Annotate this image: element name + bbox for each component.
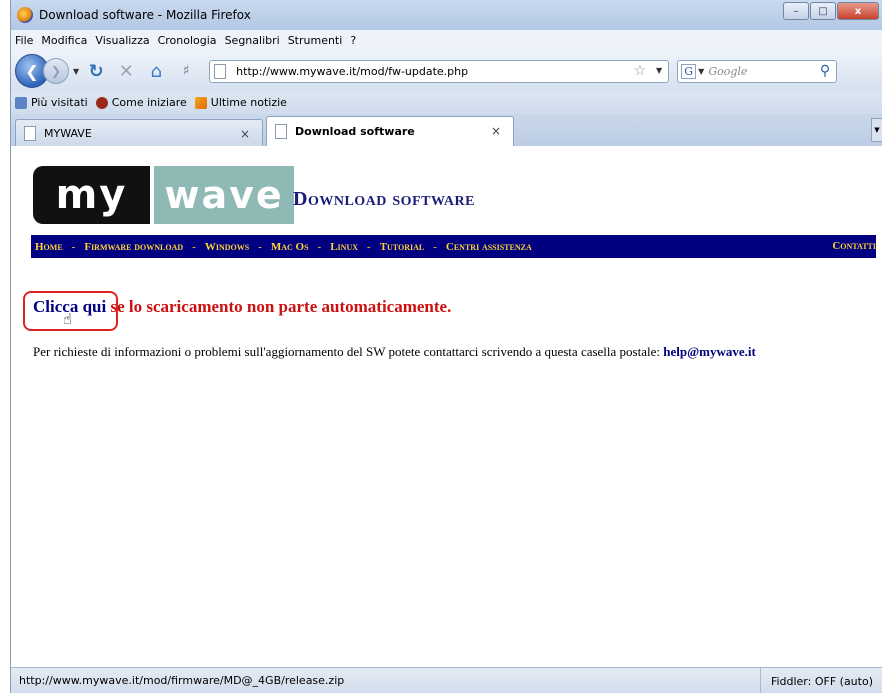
menu-modifica[interactable]: Modifica [41, 34, 87, 47]
hand-cursor-icon: ☝ [63, 310, 73, 328]
nav-separator: - [71, 240, 76, 253]
page-icon [275, 124, 287, 139]
bookmarks-toolbar: Più visitati Come iniziare Ultime notizi… [11, 91, 882, 114]
firefox-icon [17, 7, 33, 23]
google-icon[interactable]: G [681, 63, 697, 79]
contact-info-text: Per richieste di informazioni o problemi… [33, 344, 664, 359]
menu-help[interactable]: ? [350, 34, 356, 47]
site-nav-mac-os[interactable]: Mac Os [271, 241, 309, 253]
url-text[interactable]: http://www.mywave.it/mod/fw-update.php [236, 65, 468, 78]
url-dropdown-icon[interactable]: ▼ [656, 66, 662, 75]
page-content: my wave Download software Home - Firmwar… [11, 146, 882, 667]
page-icon [214, 63, 227, 79]
bookmarks-icon[interactable]: ♯ [175, 60, 197, 82]
menu-strumenti[interactable]: Strumenti [288, 34, 343, 47]
search-input[interactable]: Google [708, 65, 747, 78]
site-nav-home[interactable]: Home [35, 241, 63, 253]
site-nav-tutorial[interactable]: Tutorial [380, 241, 425, 253]
menu-segnalibri[interactable]: Segnalibri [225, 34, 280, 47]
navigation-toolbar: ❮ ❯ ▼ ↻ ✕ ⌂ ♯ http://www.mywave.it/mod/f… [11, 51, 882, 91]
menu-visualizza[interactable]: Visualizza [95, 34, 149, 47]
download-message-text: se lo scaricamento non parte automaticam… [106, 297, 452, 316]
site-nav-firmware-download[interactable]: Firmware download [84, 241, 183, 253]
tab-label: MYWAVE [44, 126, 92, 140]
page-title: Download software [293, 188, 475, 210]
close-tab-icon[interactable]: × [491, 124, 501, 138]
stop-icon[interactable]: ✕ [115, 60, 137, 82]
nav-separator: - [317, 240, 322, 253]
mywave-logo[interactable]: my wave [33, 166, 294, 224]
site-nav-centri-assistenza[interactable]: Centri assistenza [446, 241, 532, 253]
close-tab-icon[interactable]: × [240, 127, 250, 141]
logo-wave: wave [150, 166, 294, 224]
forward-button[interactable]: ❯ [43, 58, 69, 84]
search-bar[interactable]: G ▼ Google ⚲ [677, 59, 838, 83]
logo-my: my [33, 166, 150, 224]
close-button[interactable]: x [837, 2, 879, 20]
nav-separator: - [433, 240, 437, 253]
minimize-button[interactable]: – [783, 2, 809, 20]
menu-bar: File Modifica Visualizza Cronologia Segn… [11, 30, 882, 51]
status-url: http://www.mywave.it/mod/firmware/MD@_4G… [19, 674, 345, 687]
site-navigation: Home - Firmware download - Windows - Mac… [31, 235, 876, 258]
tab-label: Download software [295, 125, 415, 138]
menu-file[interactable]: File [15, 34, 33, 47]
bookmark-label: Più visitati [31, 96, 88, 109]
bookmark-label: Ultime notizie [210, 96, 287, 109]
reload-icon[interactable]: ↻ [85, 60, 107, 82]
browser-window: Download software - Mozilla Firefox – □ … [10, 0, 882, 693]
window-controls: – □ x [783, 2, 879, 20]
nav-separator: - [258, 240, 262, 253]
search-engine-dropdown-icon[interactable]: ▼ [698, 67, 704, 76]
bookmark-piu-visitati[interactable]: Più visitati [15, 96, 88, 109]
arrow-left-icon: ❮ [25, 61, 39, 81]
search-icon[interactable]: ⚲ [820, 63, 830, 79]
url-bar[interactable]: http://www.mywave.it/mod/fw-update.php ☆… [209, 59, 670, 83]
site-nav-windows[interactable]: Windows [205, 241, 249, 253]
contact-email-link[interactable]: help@mywave.it [663, 344, 756, 359]
window-title: Download software - Mozilla Firefox [39, 8, 251, 22]
bookmark-label: Come iniziare [111, 96, 187, 109]
title-bar[interactable]: Download software - Mozilla Firefox – □ … [11, 0, 882, 30]
bookmark-ultime-notizie[interactable]: Ultime notizie [194, 96, 287, 109]
maximize-button[interactable]: □ [810, 2, 836, 20]
fiddler-status[interactable]: Fiddler: OFF (auto) [759, 668, 882, 693]
rss-icon [194, 96, 207, 109]
most-visited-icon [15, 96, 27, 109]
site-nav-linux[interactable]: Linux [330, 241, 358, 253]
contact-info: Per richieste di informazioni o problemi… [33, 344, 756, 360]
home-icon[interactable]: ⌂ [145, 60, 167, 82]
bookmark-come-iniziare[interactable]: Come iniziare [95, 96, 187, 109]
nav-separator: - [192, 240, 196, 253]
tab-list-dropdown-icon[interactable]: ▼ [871, 118, 882, 142]
arrow-right-icon: ❯ [50, 64, 62, 78]
page-icon [24, 125, 36, 141]
menu-cronologia[interactable]: Cronologia [158, 34, 217, 47]
site-nav-contatti[interactable]: Contatti [832, 240, 876, 252]
status-bar: http://www.mywave.it/mod/firmware/MD@_4G… [11, 667, 882, 693]
nav-separator: - [367, 240, 371, 253]
getting-started-icon [95, 96, 108, 109]
history-dropdown-icon[interactable]: ▼ [73, 67, 79, 76]
star-icon[interactable]: ☆ [634, 63, 647, 79]
tab-strip: MYWAVE × Download software × ▼ [11, 114, 882, 146]
tab-mywave[interactable]: MYWAVE × [15, 119, 263, 146]
tab-download-software[interactable]: Download software × [266, 116, 514, 146]
